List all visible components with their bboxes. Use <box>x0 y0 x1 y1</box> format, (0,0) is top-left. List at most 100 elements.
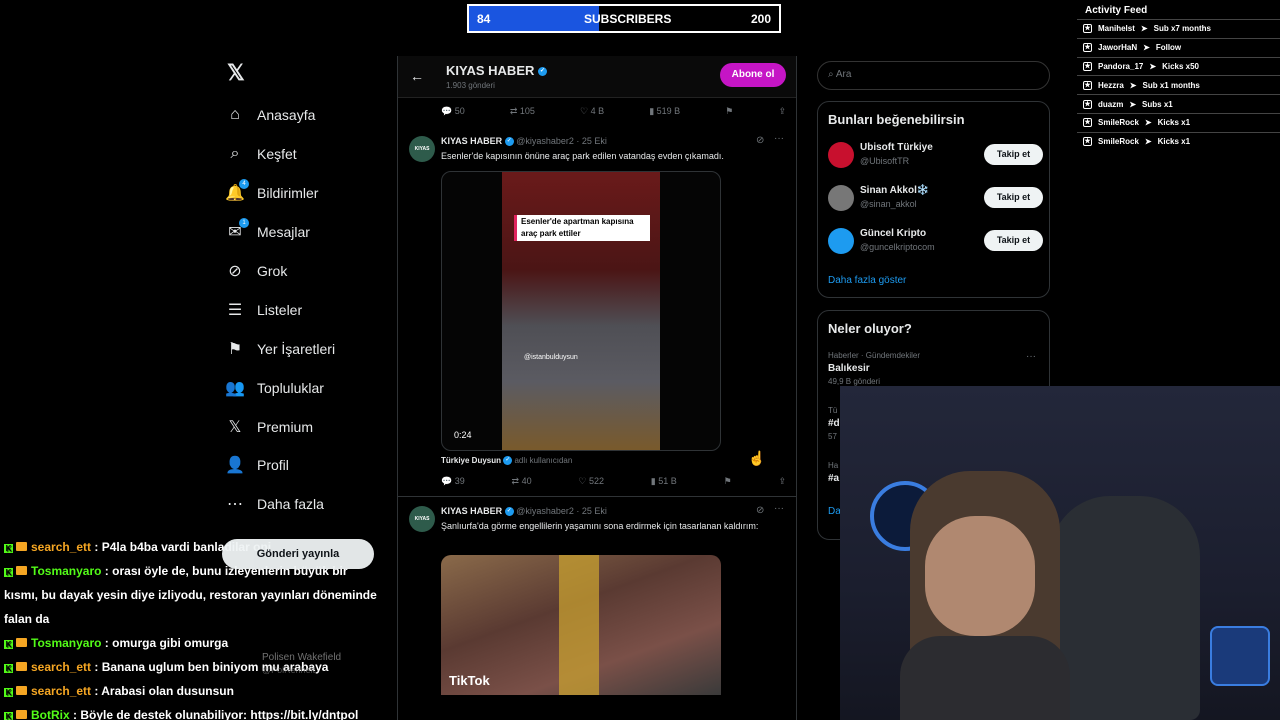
sidebar-item-label: Mesajlar <box>257 224 310 241</box>
tweet[interactable]: KIYAS KIYAS HABER ✓ @kiyashaber2 · 25 Ek… <box>398 498 796 720</box>
show-more-link[interactable]: Da <box>828 506 841 517</box>
arrow-icon: ➤ <box>1140 24 1148 34</box>
tweet-text: Esenler'de kapısının önüne araç park edi… <box>441 151 724 161</box>
suggestions-title: Bunları beğenebilirsin <box>828 112 965 127</box>
profile-name: KIYAS HABER <box>446 63 535 78</box>
sidebar-item-listeler[interactable]: ☰ Listeler <box>225 290 395 329</box>
follow-button[interactable]: Takip et <box>984 187 1043 208</box>
account-handle[interactable]: @PolRenhelt <box>262 665 315 675</box>
tweet-author-handle[interactable]: @kiyashaber2 <box>516 506 574 516</box>
trend-item[interactable]: Haberler · Gündemdekiler Balıkesir 49,9 … <box>828 351 920 386</box>
like-button[interactable]: ♡ 522 <box>578 476 604 487</box>
tactile-paving <box>559 555 599 695</box>
trend-count: 49,9 B gönderi <box>828 377 881 386</box>
suggestion-name[interactable]: Ubisoft Türkiye <box>860 142 933 153</box>
timeline: ← KIYAS HABER ✓ 1.903 gönderi Abone ol 💬… <box>397 56 797 720</box>
subscriber-label: SUBSCRIBERS <box>584 12 672 26</box>
share-icon[interactable]: ⇪ <box>778 476 786 487</box>
chat-username[interactable]: search_ett <box>31 684 91 698</box>
trend-category: Tü <box>828 406 838 415</box>
activity-feed-text: Kicks x1 <box>1157 118 1191 128</box>
suggestion-avatar[interactable] <box>828 142 854 168</box>
sidebar-item-mesajlar[interactable]: ✉ 1 Mesajlar <box>225 213 395 252</box>
subscribe-button[interactable]: Abone ol <box>720 63 786 87</box>
sidebar-item-premium[interactable]: 𝕏 Premium <box>225 407 395 446</box>
tweet-avatar[interactable]: KIYAS <box>409 506 435 532</box>
suggestion-item[interactable]: Güncel Kripto @guncelkriptocom Takip et <box>828 226 1043 256</box>
verified-icon: ✓ <box>504 507 514 517</box>
activity-feed-text: Sub x7 months <box>1153 24 1211 34</box>
suggestion-name[interactable]: Sinan Akkol❄️ <box>860 185 929 196</box>
account-name[interactable]: Polisen Wakefield <box>262 652 341 663</box>
follow-button[interactable]: Takip et <box>984 230 1043 251</box>
trend-name: #d <box>828 418 840 429</box>
tweet-author-name[interactable]: KIYAS HABER <box>441 136 502 146</box>
bookmark-icon[interactable]: ⚑ <box>724 476 732 487</box>
profile-header: ← KIYAS HABER ✓ 1.903 gönderi Abone ol <box>398 56 796 98</box>
trend-item[interactable]: Tü #d 57 <box>828 406 840 441</box>
suggestion-avatar[interactable] <box>828 228 854 254</box>
reply-button[interactable]: 💬 39 <box>441 476 465 487</box>
more-options-icon[interactable]: ··· <box>1026 351 1036 362</box>
suggestion-handle: @sinan_akkol <box>860 199 917 209</box>
source-author[interactable]: Türkiye Duysun <box>441 456 501 465</box>
sidebar-item-yer-i̇şaretleri[interactable]: ⚑ Yer İşaretleri <box>225 329 395 368</box>
views-button[interactable]: ▮ 519 B <box>649 106 680 117</box>
tweet[interactable]: KIYAS KIYAS HABER ✓ @kiyashaber2 · 25 Ek… <box>398 128 796 497</box>
sidebar-item-anasayfa[interactable]: ⌂ Anasayfa <box>225 96 395 135</box>
notification-badge: 4 <box>239 179 249 190</box>
grok-icon[interactable]: ⊘ <box>756 135 764 146</box>
chat-username[interactable]: BotRix <box>31 708 70 720</box>
suggestion-handle: @guncelkriptocom <box>860 242 935 252</box>
sidebar-item-bildirimler[interactable]: 🔔 4 Bildirimler <box>225 174 395 213</box>
chat-username[interactable]: search_ett <box>31 660 91 674</box>
repost-button[interactable]: ⇄ 40 <box>512 476 532 487</box>
show-more-link[interactable]: Daha fazla göster <box>828 275 906 286</box>
post-button[interactable]: Gönderi yayınla <box>222 539 374 569</box>
subscriber-goal-bar: 84 SUBSCRIBERS 200 <box>467 4 781 33</box>
sidebar-item-topluluklar[interactable]: 👥 Topluluklar <box>225 368 395 407</box>
reply-button[interactable]: 💬 50 <box>441 106 465 117</box>
x-icon: 𝕏 <box>228 418 242 436</box>
tweet-video[interactable]: TikTok <box>441 555 721 695</box>
sidebar-item-profil[interactable]: 👤 Profil <box>225 446 395 485</box>
suggestion-avatar[interactable] <box>828 185 854 211</box>
more-icon: ⋯ <box>227 496 243 514</box>
bookmark-icon[interactable]: ⚑ <box>725 106 733 117</box>
bookmark-icon: ⚑ <box>227 340 243 358</box>
tweet-date[interactable]: · 25 Eki <box>576 136 607 146</box>
tweet-avatar[interactable]: KIYAS <box>409 136 435 162</box>
suggestion-name[interactable]: Güncel Kripto <box>860 228 926 239</box>
repost-button[interactable]: ⇄ 105 <box>510 106 535 117</box>
subscriber-badge-icon <box>16 638 27 647</box>
follow-button[interactable]: Takip et <box>984 144 1043 165</box>
sidebar-item-label: Keşfet <box>257 146 297 163</box>
trend-item[interactable]: Ha #a <box>828 461 839 484</box>
x-logo-icon[interactable]: 𝕏 <box>225 60 395 96</box>
tweet-author-handle[interactable]: @kiyashaber2 <box>516 136 574 146</box>
like-button[interactable]: ♡ 4 B <box>580 106 604 117</box>
suggestion-item[interactable]: Ubisoft Türkiye @UbisoftTR Takip et <box>828 140 1043 170</box>
tweet-date[interactable]: · 25 Eki <box>576 506 607 516</box>
suggestion-handle: @UbisoftTR <box>860 156 910 166</box>
grok-icon[interactable]: ⊘ <box>756 505 764 516</box>
suggestion-item[interactable]: Sinan Akkol❄️ @sinan_akkol Takip et <box>828 183 1043 213</box>
verified-icon: ✓ <box>504 137 514 147</box>
back-arrow-icon[interactable]: ← <box>410 68 424 84</box>
chat-username[interactable]: search_ett <box>31 540 91 554</box>
sidebar-item-grok[interactable]: ⊘ Grok <box>225 252 395 291</box>
share-icon[interactable]: ⇪ <box>778 106 786 117</box>
chat-message: falan da <box>4 612 49 626</box>
more-options-icon[interactable]: ··· <box>774 133 784 144</box>
search-input[interactable]: ⌕ Ara <box>817 61 1050 90</box>
tweet-author-name[interactable]: KIYAS HABER <box>441 506 502 516</box>
view-count: 51 B <box>658 476 677 486</box>
more-options-icon[interactable]: ··· <box>774 503 784 514</box>
activity-feed-user: Manihelst <box>1098 24 1135 34</box>
chat-username[interactable]: Tosmanyaro <box>31 564 101 578</box>
tweet-video[interactable]: Esenler'de apartman kapısına araç park e… <box>441 171 721 451</box>
sidebar-item-keşfet[interactable]: ⌕ Keşfet <box>225 135 395 174</box>
chat-username[interactable]: Tosmanyaro <box>31 636 101 650</box>
activity-feed: Activity Feed ★ Manihelst ➤ Sub x7 months ★ J… <box>1077 0 1280 160</box>
views-button[interactable]: ▮ 51 B <box>651 476 677 487</box>
